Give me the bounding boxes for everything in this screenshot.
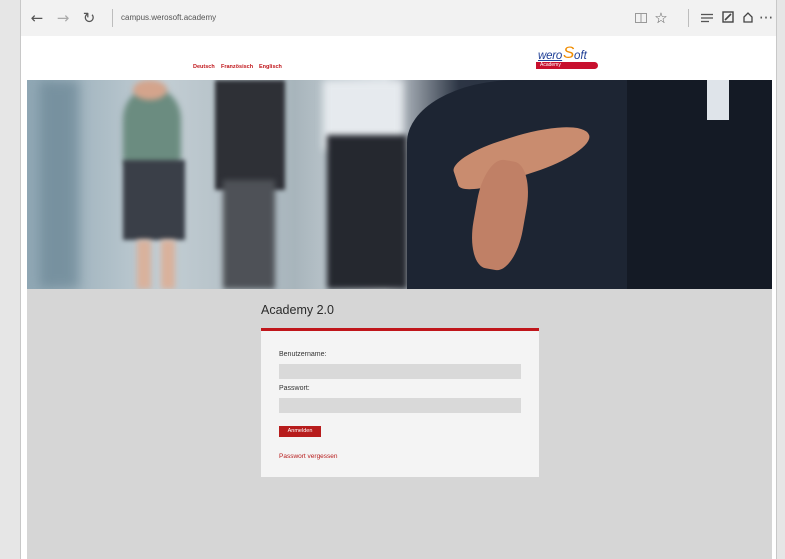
- favorite-star-icon[interactable]: ☆: [651, 8, 671, 28]
- more-icon[interactable]: ···: [756, 8, 776, 28]
- login-area: Academy 2.0 Benutzername: Passwort: Anme…: [27, 289, 772, 559]
- lang-deutsch[interactable]: Deutsch: [193, 64, 215, 70]
- page-title: Academy 2.0: [261, 303, 334, 317]
- username-input[interactable]: [279, 364, 521, 379]
- logo-s: S: [563, 43, 575, 62]
- refresh-icon[interactable]: ↻: [79, 8, 99, 28]
- username-label: Benutzername:: [279, 351, 327, 358]
- password-input[interactable]: [279, 398, 521, 413]
- logo-oft: oft: [574, 50, 587, 62]
- hub-icon[interactable]: [697, 8, 717, 28]
- login-button[interactable]: Anmelden: [279, 426, 321, 437]
- share-icon[interactable]: [738, 8, 758, 28]
- toolbar-divider: [112, 9, 113, 27]
- address-bar[interactable]: campus.werosoft.academy: [121, 10, 216, 26]
- logo-subtitle: Academy: [540, 62, 561, 68]
- lang-englisch[interactable]: Englisch: [259, 64, 282, 70]
- login-card: Benutzername: Passwort: Anmelden Passwor…: [261, 328, 539, 477]
- site-header: Deutsch Französisch Englisch wero S oft …: [21, 36, 776, 80]
- browser-toolbar: ← → ↻ campus.werosoft.academy ☆ ···: [21, 0, 776, 37]
- hero-banner-image: [27, 80, 772, 289]
- back-icon[interactable]: ←: [27, 8, 47, 28]
- toolbar-divider: [688, 9, 689, 27]
- forward-icon[interactable]: →: [53, 8, 73, 28]
- password-label: Passwort:: [279, 385, 310, 392]
- lang-franzoesisch[interactable]: Französisch: [221, 64, 253, 70]
- logo-word: wero: [538, 50, 563, 62]
- werosoft-logo: wero S oft Academy: [536, 44, 598, 70]
- reading-view-icon[interactable]: [631, 8, 651, 28]
- web-note-icon[interactable]: [718, 8, 738, 28]
- browser-window: ← → ↻ campus.werosoft.academy ☆ ··· Deut…: [20, 0, 777, 559]
- forgot-password-link[interactable]: Passwort vergessen: [279, 453, 338, 460]
